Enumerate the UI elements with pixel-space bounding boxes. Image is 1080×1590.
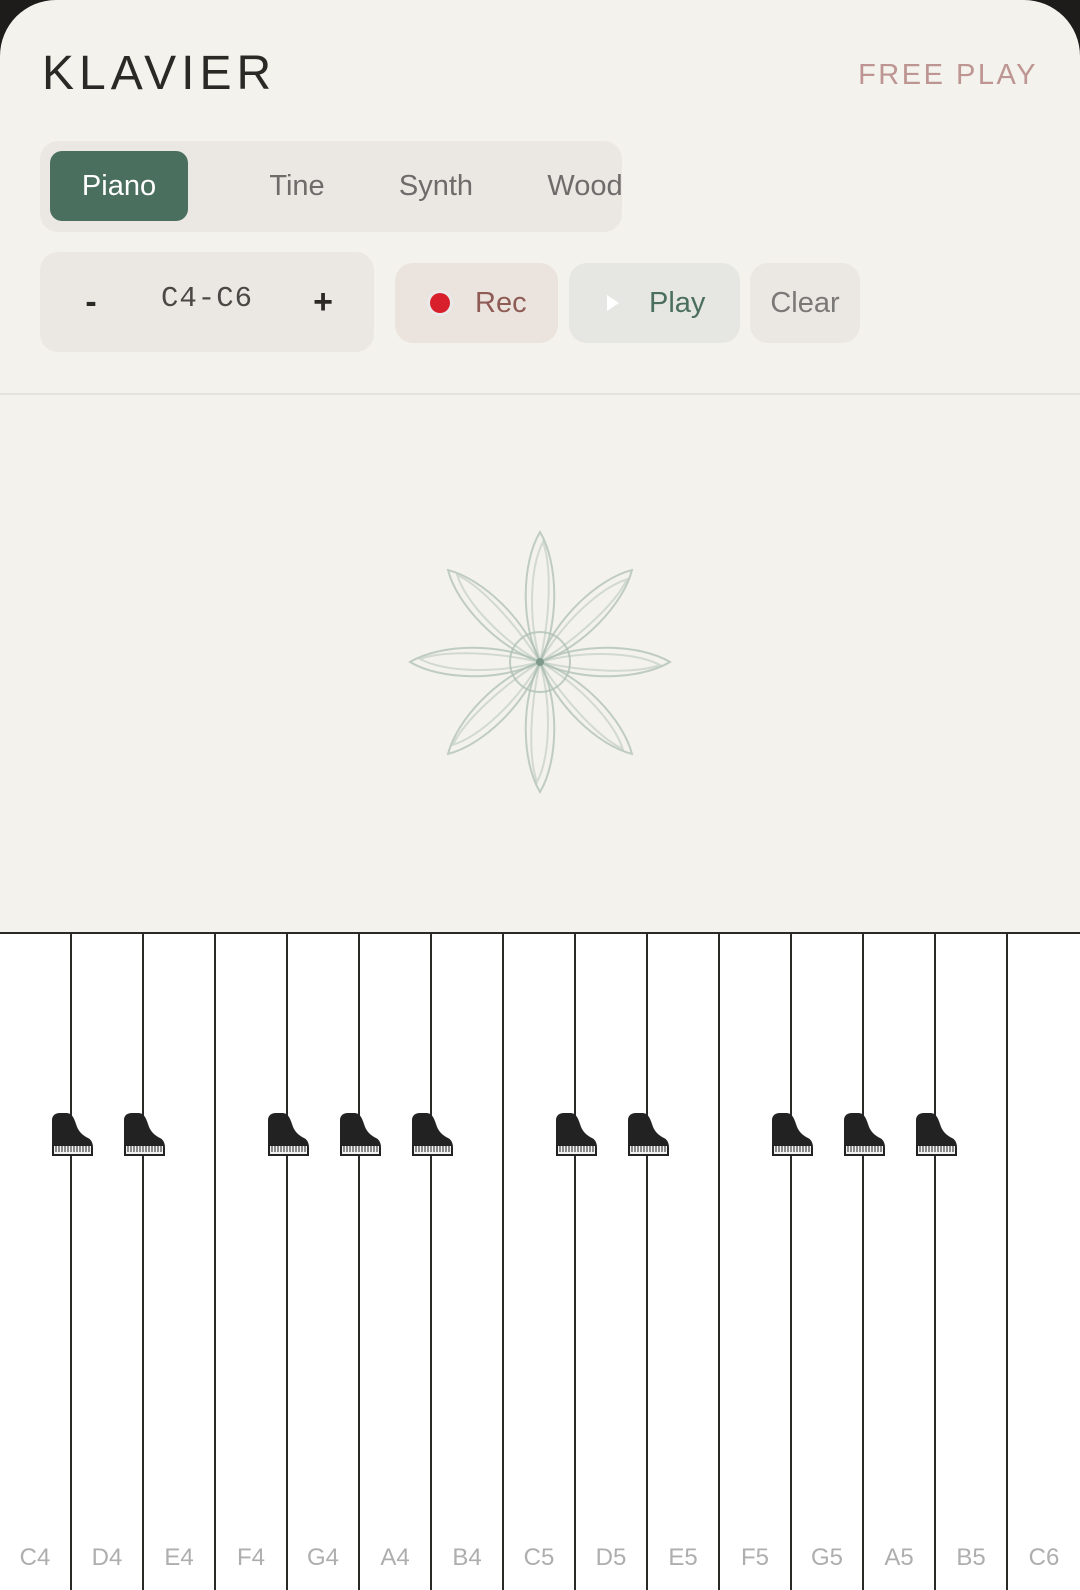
black-key-d-sharp-5[interactable] <box>626 1112 670 1158</box>
range-increase-button[interactable]: + <box>298 277 348 327</box>
key-label: A4 <box>380 1544 410 1571</box>
key-label: B4 <box>452 1544 482 1571</box>
key-label: C4 <box>19 1544 51 1571</box>
black-key-f-sharp-5[interactable] <box>770 1112 814 1158</box>
white-key-a4[interactable]: A4 <box>360 934 432 1590</box>
key-label: E5 <box>668 1544 698 1571</box>
key-label: B5 <box>956 1544 986 1571</box>
key-label: C5 <box>523 1544 555 1571</box>
play-icon <box>607 295 619 311</box>
grand-piano-icon <box>772 1113 813 1156</box>
white-key-e5[interactable]: E5 <box>648 934 720 1590</box>
mode-label[interactable]: FREE PLAY <box>858 58 1038 92</box>
grand-piano-icon <box>52 1113 93 1156</box>
clear-label: Clear <box>770 286 840 319</box>
range-decrease-button[interactable]: - <box>66 277 116 327</box>
key-label: G5 <box>810 1544 843 1571</box>
white-key-a5[interactable]: A5 <box>864 934 936 1590</box>
play-label: Play <box>649 286 706 319</box>
grand-piano-icon <box>844 1113 885 1156</box>
black-key-a-sharp-4[interactable] <box>410 1112 454 1158</box>
white-key-c6[interactable]: C6 <box>1008 934 1080 1590</box>
white-key-f4[interactable]: F4 <box>216 934 288 1590</box>
black-key-g-sharp-5[interactable] <box>842 1112 886 1158</box>
key-label: G4 <box>306 1544 339 1571</box>
record-button[interactable]: Rec <box>395 263 558 343</box>
key-label: D4 <box>91 1544 123 1571</box>
key-label: E4 <box>164 1544 194 1571</box>
grand-piano-icon <box>268 1113 309 1156</box>
black-key-c-sharp-4[interactable] <box>50 1112 94 1158</box>
black-key-f-sharp-4[interactable] <box>266 1112 310 1158</box>
piano-keyboard: C4 D4 E4 F4 G4 A4 B4 C5 D5 E5 F5 G5 A5 B… <box>0 932 1080 1590</box>
range-control: - C4-C6 + <box>40 252 374 352</box>
key-label: F5 <box>740 1544 769 1571</box>
white-key-d5[interactable]: D5 <box>576 934 648 1590</box>
white-key-c4[interactable]: C4 <box>0 934 72 1590</box>
instrument-piano[interactable]: Piano <box>50 151 188 221</box>
key-label: D5 <box>595 1544 627 1571</box>
range-value: C4-C6 <box>160 282 253 315</box>
white-key-e4[interactable]: E4 <box>144 934 216 1590</box>
flower-icon <box>408 530 672 794</box>
white-key-g4[interactable]: G4 <box>288 934 360 1590</box>
white-key-d4[interactable]: D4 <box>72 934 144 1590</box>
white-key-b4[interactable]: B4 <box>432 934 504 1590</box>
white-key-f5[interactable]: F5 <box>720 934 792 1590</box>
clear-button[interactable]: Clear <box>750 263 860 343</box>
instrument-synth[interactable]: Synth <box>366 151 506 221</box>
play-button[interactable]: Play <box>569 263 740 343</box>
instrument-selector: Piano Tine Synth Wood <box>40 141 623 232</box>
visualizer <box>0 395 1080 932</box>
app-title: KLAVIER <box>42 47 277 100</box>
key-label: C6 <box>1028 1544 1060 1571</box>
grand-piano-icon <box>340 1113 381 1156</box>
grand-piano-icon <box>124 1113 165 1156</box>
black-key-c-sharp-5[interactable] <box>554 1112 598 1158</box>
white-key-g5[interactable]: G5 <box>792 934 864 1590</box>
white-key-b5[interactable]: B5 <box>936 934 1008 1590</box>
key-label: A5 <box>884 1544 914 1571</box>
instrument-wood[interactable]: Wood <box>512 151 658 221</box>
record-icon <box>430 293 450 313</box>
grand-piano-icon <box>628 1113 669 1156</box>
grand-piano-icon <box>916 1113 957 1156</box>
white-key-c5[interactable]: C5 <box>504 934 576 1590</box>
black-key-g-sharp-4[interactable] <box>338 1112 382 1158</box>
grand-piano-icon <box>556 1113 597 1156</box>
app: KLAVIER FREE PLAY Piano Tine Synth Wood … <box>0 0 1080 1590</box>
instrument-tine[interactable]: Tine <box>230 151 364 221</box>
grand-piano-icon <box>412 1113 453 1156</box>
black-key-a-sharp-5[interactable] <box>914 1112 958 1158</box>
key-label: F4 <box>236 1544 265 1571</box>
record-label: Rec <box>475 286 527 319</box>
black-key-d-sharp-4[interactable] <box>122 1112 166 1158</box>
